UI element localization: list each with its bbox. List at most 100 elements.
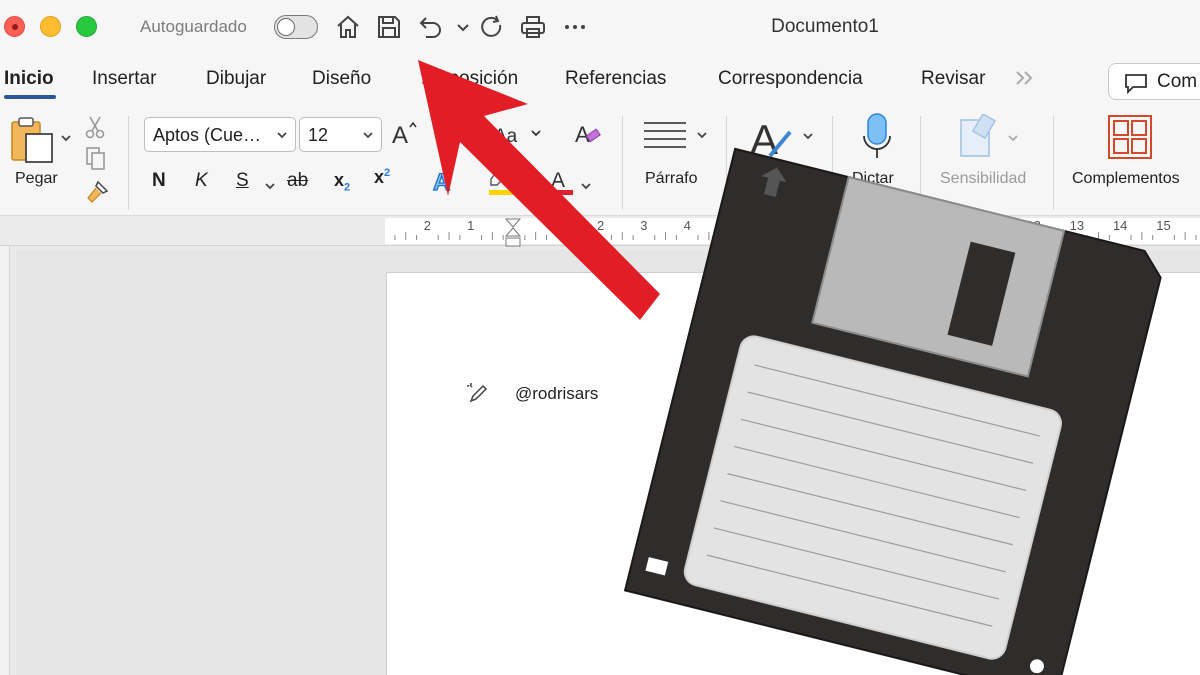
- change-case-icon[interactable]: Aa: [492, 122, 548, 153]
- text-effects-icon[interactable]: A: [430, 166, 458, 201]
- ruler-number: 1: [553, 218, 561, 233]
- ruler-number: 3: [640, 218, 648, 233]
- tab-diseno[interactable]: Diseño: [312, 68, 371, 90]
- svg-text:A: A: [750, 116, 778, 163]
- ribbon-separator: [726, 116, 727, 210]
- document-title: Documento1: [771, 16, 879, 37]
- vertical-ruler: [0, 246, 10, 675]
- editor-sparkle-pen-icon[interactable]: [466, 381, 490, 410]
- tab-revisar[interactable]: Revisar: [921, 68, 985, 90]
- format-painter-icon[interactable]: [84, 179, 110, 210]
- ruler-number: 10: [939, 218, 955, 233]
- comments-button-label: Com: [1157, 71, 1198, 92]
- chevron-down-icon: [363, 132, 373, 139]
- document-body-text[interactable]: @rodrisars: [515, 384, 598, 404]
- svg-text:A: A: [433, 169, 450, 196]
- ruler-number: 12: [1026, 218, 1041, 233]
- ruler-number: 9: [900, 218, 908, 233]
- tab-correspondencia[interactable]: Correspondencia: [718, 68, 863, 90]
- autosave-label: Autoguardado: [140, 17, 247, 36]
- sensitivity-label: Sensibilidad: [940, 170, 1027, 187]
- superscript-button[interactable]: x2: [374, 167, 390, 188]
- ruler-number: 15: [1156, 218, 1171, 233]
- paste-dropdown-chevron-icon[interactable]: [60, 130, 72, 148]
- superscript-mark: 2: [384, 167, 391, 179]
- ruler-number: 5: [726, 218, 735, 233]
- font-name-combo[interactable]: Aptos (Cue…: [144, 117, 296, 152]
- autosave-toggle[interactable]: [274, 15, 318, 39]
- tab-disposicion[interactable]: Disposición: [421, 68, 518, 90]
- ruler-number: 13: [1069, 218, 1085, 233]
- ribbon-separator: [622, 116, 623, 210]
- minimize-window-button[interactable]: [40, 16, 61, 37]
- svg-text:A: A: [392, 122, 408, 148]
- subscript-button[interactable]: x2: [334, 170, 350, 194]
- paragraph-icon[interactable]: [641, 118, 711, 159]
- copy-icon[interactable]: [84, 146, 108, 177]
- ruler-labels: 2 1 1 2 3 4 5 6 7 8 9 10 11 12 13 14 15: [0, 218, 1200, 244]
- home-icon[interactable]: [333, 12, 363, 42]
- add-ins-label[interactable]: Complementos: [1072, 170, 1180, 188]
- redo-icon[interactable]: [477, 12, 507, 42]
- clear-formatting-icon[interactable]: A: [573, 118, 603, 153]
- svg-text:Aa: Aa: [494, 126, 518, 147]
- maximize-window-button[interactable]: [76, 16, 97, 37]
- paragraph-label[interactable]: Párrafo: [645, 170, 697, 188]
- italic-button[interactable]: K: [195, 170, 208, 192]
- dictate-label[interactable]: Dictar: [852, 170, 894, 188]
- styles-icon[interactable]: A: [748, 114, 818, 169]
- strikethrough-button[interactable]: ab: [287, 170, 308, 192]
- undo-icon[interactable]: [416, 12, 446, 42]
- tab-inicio[interactable]: Inicio: [4, 68, 54, 90]
- bold-button[interactable]: N: [152, 170, 166, 192]
- underline-dropdown-chevron-icon[interactable]: [264, 178, 276, 196]
- ruler-number: 2: [423, 218, 432, 233]
- subscript-label: x: [334, 170, 345, 190]
- tab-referencias[interactable]: Referencias: [565, 68, 666, 90]
- add-ins-icon[interactable]: [1107, 114, 1153, 167]
- ruler-number: 4: [683, 218, 691, 233]
- font-color-icon[interactable]: A: [546, 166, 576, 203]
- font-size-combo[interactable]: 12: [299, 117, 382, 152]
- clipboard-icon[interactable]: [10, 116, 56, 171]
- more-icon[interactable]: [560, 12, 590, 42]
- font-size-value: 12: [308, 125, 329, 145]
- tab-insertar[interactable]: Insertar: [92, 68, 156, 90]
- comment-icon: [1125, 74, 1147, 94]
- underline-button[interactable]: S: [236, 170, 249, 192]
- ruler-number: 6: [770, 218, 778, 233]
- chevron-down-icon: [277, 132, 287, 139]
- more-tabs-chevron-icon[interactable]: [1014, 68, 1036, 93]
- save-icon[interactable]: [374, 12, 404, 42]
- ruler-number: 1: [467, 218, 475, 233]
- ruler-number: 8: [856, 218, 865, 233]
- toggle-knob: [277, 18, 295, 36]
- sensitivity-icon: [955, 112, 1025, 167]
- undo-dropdown-chevron-icon[interactable]: [448, 12, 469, 42]
- tab-dibujar[interactable]: Dibujar: [206, 68, 266, 90]
- ribbon-separator: [1053, 116, 1054, 210]
- scissors-icon[interactable]: [84, 114, 106, 145]
- paste-label[interactable]: Pegar: [15, 170, 58, 188]
- superscript-label: x: [374, 167, 385, 187]
- ribbon-separator: [832, 116, 833, 210]
- grow-font-icon[interactable]: A: [390, 118, 420, 153]
- microphone-icon[interactable]: [860, 112, 894, 167]
- comments-button[interactable]: Com: [1108, 63, 1200, 100]
- font-name-value: Aptos (Cue…: [153, 125, 262, 145]
- ruler-number: 7: [813, 218, 821, 233]
- ribbon-separator: [920, 116, 921, 210]
- subscript-mark: 2: [344, 181, 351, 194]
- ribbon-separator: [128, 116, 129, 210]
- close-window-button[interactable]: [4, 16, 25, 37]
- ruler-number: 2: [596, 218, 605, 233]
- ruler-number: 14: [1112, 218, 1128, 233]
- svg-text:A: A: [551, 169, 565, 192]
- active-tab-indicator: [4, 95, 56, 99]
- print-icon[interactable]: [518, 12, 548, 42]
- ruler-number: 11: [983, 218, 998, 233]
- font-color-dropdown-chevron-icon[interactable]: [580, 178, 592, 196]
- highlight-color-icon[interactable]: [486, 166, 516, 203]
- styles-label[interactable]: Estilos: [754, 170, 801, 188]
- document-page[interactable]: [386, 272, 1200, 675]
